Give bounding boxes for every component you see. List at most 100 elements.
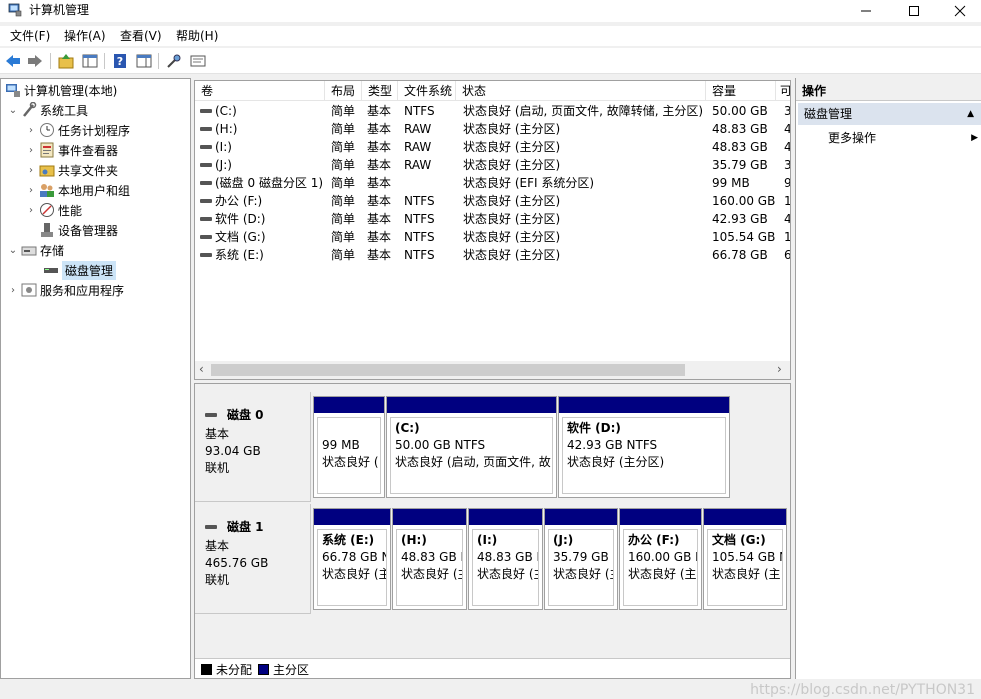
table-row[interactable]: 软件 (D:) 简单 基本 NTFS 状态良好 (主分区) 42.93 GB 4 <box>195 210 790 228</box>
table-row[interactable]: (J:) 简单 基本 RAW 状态良好 (主分区) 35.79 GB 3 <box>195 156 790 174</box>
disk-0-info[interactable]: 磁盘 0 基本 93.04 GB 联机 <box>195 392 311 502</box>
minimize-icon <box>861 10 871 12</box>
tree-item-storage[interactable]: ⌄ 存储 <box>7 240 64 260</box>
partition-status: 状态良好 (主 <box>322 567 387 581</box>
chevron-right-icon[interactable]: › <box>25 125 37 136</box>
table-cell: 办公 (F:) <box>215 194 263 208</box>
minimize-button[interactable] <box>843 0 889 22</box>
chevron-right-icon[interactable]: › <box>25 145 37 156</box>
tree-item-event-viewer[interactable]: › 事件查看器 <box>25 140 118 160</box>
partition-status: 状态良好 (主 <box>628 567 697 581</box>
computer-management-icon <box>5 82 21 98</box>
table-cell: 基本 <box>367 140 392 154</box>
tree-item-local-users[interactable]: › 本地用户和组 <box>25 180 130 200</box>
actions-header: 操作 <box>796 78 981 101</box>
column-header-free[interactable]: 可 <box>776 81 790 101</box>
tree-label: 系统工具 <box>40 103 89 118</box>
menu-help[interactable]: 帮助(H) <box>176 28 218 44</box>
event-viewer-icon <box>39 142 55 158</box>
table-row[interactable]: 办公 (F:) 简单 基本 NTFS 状态良好 (主分区) 160.00 GB 1 <box>195 192 790 210</box>
partition-j[interactable]: (J:) 35.79 GB I 状态良好 (主 <box>544 508 618 610</box>
show-hide-tree-button[interactable] <box>81 52 99 70</box>
menu-file[interactable]: 文件(F) <box>10 28 50 44</box>
chevron-down-icon[interactable]: ⌄ <box>7 245 19 256</box>
column-header-filesystem[interactable]: 文件系统 <box>398 81 456 101</box>
table-cell: 4 <box>784 122 791 136</box>
column-header-layout[interactable]: 布局 <box>325 81 362 101</box>
tree-item-task-scheduler[interactable]: › 任务计划程序 <box>25 120 130 140</box>
primary-partition-bar <box>314 509 390 525</box>
tree-label: 服务和应用程序 <box>40 283 125 298</box>
table-cell: NTFS <box>404 194 435 208</box>
table-cell: 状态良好 (EFI 系统分区) <box>463 176 595 190</box>
forward-button[interactable] <box>26 52 44 70</box>
tree-item-disk-management[interactable]: 磁盘管理 <box>43 260 117 280</box>
tree-item-system-tools[interactable]: ⌄ 系统工具 <box>7 100 88 120</box>
volume-icon <box>200 217 212 221</box>
menu-action[interactable]: 操作(A) <box>64 28 106 44</box>
properties-button[interactable] <box>189 52 207 70</box>
watermark-text: https://blog.csdn.net/PYTHON31 <box>750 682 975 698</box>
primary-partition-bar <box>559 397 729 413</box>
partition-name: (I:) <box>477 533 498 547</box>
maximize-button[interactable] <box>891 0 937 22</box>
partition-c[interactable]: (C:) 50.00 GB NTFS 状态良好 (启动, 页面文件, 故 <box>386 396 557 498</box>
up-one-level-button[interactable] <box>57 52 75 70</box>
chevron-right-icon[interactable]: › <box>25 205 37 216</box>
connect-button[interactable] <box>165 52 183 70</box>
menu-view[interactable]: 查看(V) <box>120 28 162 44</box>
table-row[interactable]: (磁盘 0 磁盘分区 1) 简单 基本 状态良好 (EFI 系统分区) 99 MB 9 <box>195 174 790 192</box>
table-cell: NTFS <box>404 104 435 118</box>
help-button[interactable]: ? <box>111 52 129 70</box>
column-header-volume[interactable]: 卷 <box>195 81 325 101</box>
legend: 未分配 主分区 <box>195 658 790 678</box>
partition-f[interactable]: 办公 (F:) 160.00 GB N 状态良好 (主 <box>619 508 702 610</box>
chevron-right-icon[interactable]: › <box>7 285 19 296</box>
partition-i[interactable]: (I:) 48.83 GB F 状态良好 (主 <box>468 508 543 610</box>
scroll-left-icon[interactable]: ‹ <box>199 362 204 376</box>
table-row[interactable]: (H:) 简单 基本 RAW 状态良好 (主分区) 48.83 GB 4 <box>195 120 791 138</box>
partition-name: (C:) <box>395 421 420 435</box>
column-header-status[interactable]: 状态 <box>456 81 706 101</box>
legend-swatch-unallocated <box>201 664 212 675</box>
partition-disk0-efi[interactable]: 99 MB 状态良好 ( <box>313 396 385 498</box>
collapse-up-icon[interactable]: ▲ <box>967 103 974 125</box>
partition-g[interactable]: 文档 (G:) 105.54 GB N 状态良好 (主 <box>703 508 787 610</box>
scrollbar-thumb[interactable] <box>211 364 685 376</box>
tree-item-services[interactable]: › 服务和应用程序 <box>7 280 124 300</box>
storage-icon <box>21 242 37 258</box>
partition-d[interactable]: 软件 (D:) 42.93 GB NTFS 状态良好 (主分区) <box>558 396 730 498</box>
back-button[interactable] <box>4 52 22 70</box>
partition-size: 42.93 GB NTFS <box>567 438 658 452</box>
table-row[interactable]: 文档 (G:) 简单 基本 NTFS 状态良好 (主分区) 105.54 GB 1 <box>195 228 790 246</box>
table-cell: 基本 <box>367 176 392 190</box>
column-header-capacity[interactable]: 容量 <box>706 81 776 101</box>
chevron-right-icon[interactable]: › <box>25 185 37 196</box>
table-row[interactable]: (I:) 简单 基本 RAW 状态良好 (主分区) 48.83 GB 4 <box>195 138 790 156</box>
partition-name: 办公 (F:) <box>628 533 680 547</box>
action-more-actions[interactable]: 更多操作 ▶ <box>828 128 978 148</box>
show-hide-action-pane-button[interactable] <box>135 52 153 70</box>
horizontal-scrollbar[interactable]: ‹ › <box>195 361 790 379</box>
scroll-right-icon[interactable]: › <box>777 362 782 376</box>
chevron-down-icon[interactable]: ⌄ <box>7 105 19 116</box>
table-cell: 简单 <box>331 212 356 226</box>
partition-e[interactable]: 系统 (E:) 66.78 GB N 状态良好 (主 <box>313 508 391 610</box>
table-row[interactable]: 系统 (E:) 简单 基本 NTFS 状态良好 (主分区) 66.78 GB 6 <box>195 246 790 264</box>
partition-h[interactable]: (H:) 48.83 GB F 状态良好 (主 <box>392 508 467 610</box>
tree-item-root[interactable]: 计算机管理(本地) <box>3 80 117 100</box>
actions-group-disk-management[interactable]: 磁盘管理 ▲ <box>798 103 981 125</box>
table-row[interactable]: (C:) 简单 基本 NTFS 状态良好 (启动, 页面文件, 故障转储, 主分区) 50… <box>195 102 790 120</box>
chevron-right-icon[interactable]: › <box>25 165 37 176</box>
disk-1-info[interactable]: 磁盘 1 基本 465.76 GB 联机 <box>195 504 311 614</box>
back-arrow-icon <box>6 55 20 67</box>
tree-item-device-manager[interactable]: 设备管理器 <box>37 220 118 240</box>
tree-item-shared-folders[interactable]: › 共享文件夹 <box>25 160 118 180</box>
close-button[interactable] <box>937 0 981 22</box>
tree-item-performance[interactable]: › 性能 <box>25 200 82 220</box>
column-header-type[interactable]: 类型 <box>362 81 398 101</box>
table-cell: 状态良好 (主分区) <box>463 140 561 154</box>
close-icon <box>954 5 966 17</box>
table-cell: 状态良好 (主分区) <box>463 194 561 208</box>
title-bar: 计算机管理 <box>0 0 981 22</box>
